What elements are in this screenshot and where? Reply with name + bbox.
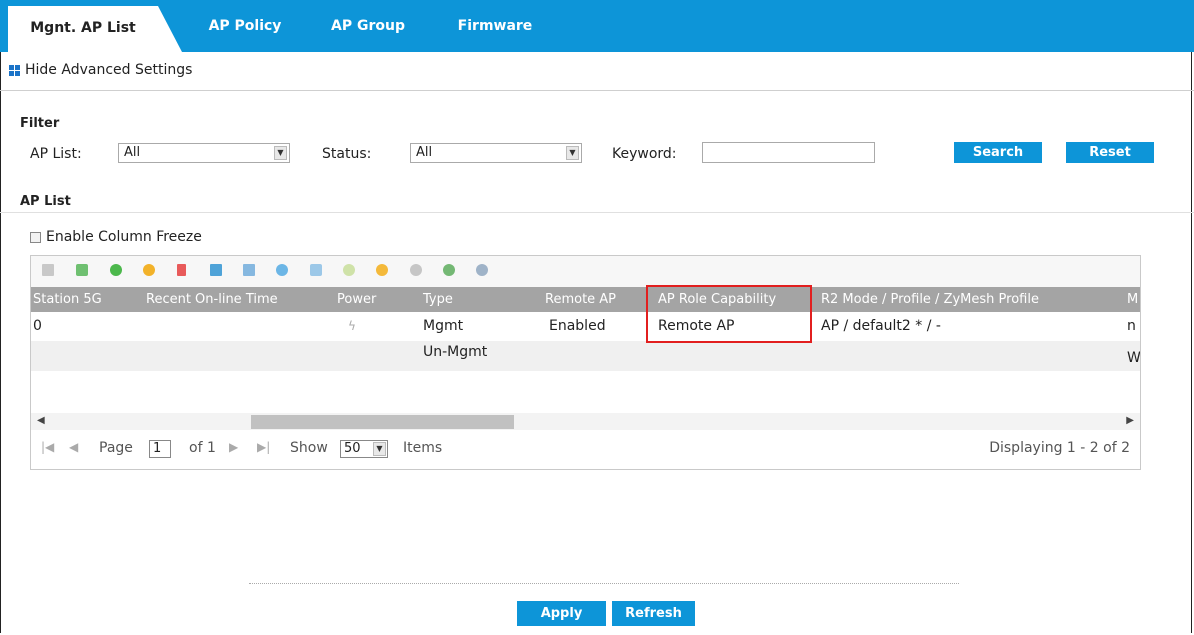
- advanced-toggle-label: Hide Advanced Settings: [25, 62, 193, 78]
- ap-list-grid: Station 5G Recent On-line Time Power Typ…: [30, 255, 1141, 470]
- antenna-icon[interactable]: [276, 264, 288, 276]
- page-label: Page: [99, 440, 133, 456]
- tab-ap-group[interactable]: AP Group: [318, 0, 418, 52]
- settings-icon[interactable]: [343, 264, 355, 276]
- tab-ap-policy[interactable]: AP Policy: [190, 0, 300, 52]
- cell-m: n: [1127, 318, 1136, 334]
- page-size-select[interactable]: 50 ▼: [340, 440, 388, 458]
- prev-page-icon[interactable]: ◀: [69, 440, 78, 454]
- edit-icon[interactable]: [42, 264, 54, 276]
- chevron-down-icon: ▼: [274, 146, 287, 160]
- tab-bar: Mgnt. AP List AP Policy AP Group Firmwar…: [0, 0, 1194, 52]
- table-row[interactable]: 0 ϟ Mgmt Enabled Remote AP AP / default2…: [31, 313, 1140, 339]
- divider: [249, 583, 959, 584]
- column-header[interactable]: R2 Mode / Profile / ZyMesh Profile: [821, 287, 1039, 312]
- scrollbar-thumb[interactable]: [251, 415, 514, 429]
- search-icon[interactable]: [410, 264, 422, 276]
- status-select-value: All: [416, 145, 433, 160]
- filter-title: Filter: [20, 116, 60, 131]
- status-select[interactable]: All ▼: [410, 143, 582, 163]
- check-icon[interactable]: [443, 264, 455, 276]
- cell-type: Un-Mgmt: [423, 344, 488, 360]
- cell-r2-mode: AP / default2 * / -: [821, 318, 941, 334]
- refresh-icon[interactable]: [476, 264, 488, 276]
- keyword-input[interactable]: [702, 142, 875, 163]
- add-icon[interactable]: [110, 264, 122, 276]
- status-filter-label: Status:: [322, 146, 372, 162]
- highlight-box: [646, 285, 812, 343]
- column-freeze-checkbox[interactable]: Enable Column Freeze: [30, 229, 202, 245]
- items-label: Items: [403, 440, 443, 456]
- ap-list-title: AP List: [20, 194, 71, 209]
- horizontal-scrollbar[interactable]: ◀ ▶: [31, 413, 1140, 430]
- refresh-button[interactable]: Refresh: [612, 601, 695, 626]
- monitor-icon[interactable]: [210, 264, 222, 276]
- window-icon[interactable]: [243, 264, 255, 276]
- delete-icon[interactable]: [177, 264, 186, 276]
- tab-mgnt-ap-list[interactable]: Mgnt. AP List: [8, 6, 182, 52]
- search-button[interactable]: Search: [954, 142, 1042, 163]
- grid-toolbar: [31, 256, 1140, 287]
- first-page-icon[interactable]: |◀: [41, 440, 54, 454]
- page-size-value: 50: [344, 441, 361, 456]
- display-count: Displaying 1 - 2 of 2: [989, 440, 1130, 456]
- column-header[interactable]: M: [1127, 287, 1138, 312]
- power-icon[interactable]: [143, 264, 155, 276]
- ap-list-select[interactable]: All ▼: [118, 143, 290, 163]
- column-header[interactable]: Power: [337, 287, 376, 312]
- column-freeze-label: Enable Column Freeze: [46, 229, 202, 245]
- hide-advanced-settings-link[interactable]: Hide Advanced Settings: [9, 62, 192, 78]
- column-header[interactable]: Remote AP: [545, 287, 616, 312]
- last-page-icon[interactable]: ▶|: [257, 440, 270, 454]
- scroll-right-icon[interactable]: ▶: [1126, 415, 1134, 426]
- cell-remote-ap: Enabled: [549, 318, 606, 334]
- pager: |◀ ◀ Page 1 of 1 ▶ ▶| Show 50 ▼ Items Di…: [31, 434, 1140, 464]
- keyword-label: Keyword:: [612, 146, 677, 162]
- warning-icon[interactable]: [376, 264, 388, 276]
- page-input[interactable]: 1: [149, 440, 171, 458]
- ap-list-select-value: All: [124, 145, 141, 160]
- chevron-down-icon: ▼: [373, 442, 386, 456]
- column-header[interactable]: Type: [423, 287, 453, 312]
- lock-icon[interactable]: [310, 264, 322, 276]
- reset-button[interactable]: Reset: [1066, 142, 1154, 163]
- divider: [0, 212, 1194, 213]
- chevron-down-icon: ▼: [566, 146, 579, 160]
- of-label: of 1: [189, 440, 216, 456]
- table-row[interactable]: Un-Mgmt W: [31, 341, 1140, 371]
- ap-list-filter-label: AP List:: [30, 146, 82, 162]
- scroll-left-icon[interactable]: ◀: [37, 415, 45, 426]
- checkbox-box[interactable]: [30, 231, 41, 243]
- add-user-icon[interactable]: [76, 264, 88, 276]
- next-page-icon[interactable]: ▶: [229, 440, 238, 454]
- power-plug-icon: ϟ: [348, 319, 356, 333]
- cell-m: W: [1127, 350, 1141, 366]
- cell-type: Mgmt: [423, 318, 464, 334]
- show-label: Show: [290, 440, 328, 456]
- column-header[interactable]: Station 5G: [33, 287, 102, 312]
- cell-station-5g: 0: [33, 318, 42, 334]
- apply-button[interactable]: Apply: [517, 601, 606, 626]
- tab-firmware[interactable]: Firmware: [440, 0, 550, 52]
- grid-header: Station 5G Recent On-line Time Power Typ…: [31, 287, 1140, 312]
- divider: [0, 90, 1194, 91]
- table-icon: [9, 64, 20, 76]
- column-header[interactable]: Recent On-line Time: [146, 287, 278, 312]
